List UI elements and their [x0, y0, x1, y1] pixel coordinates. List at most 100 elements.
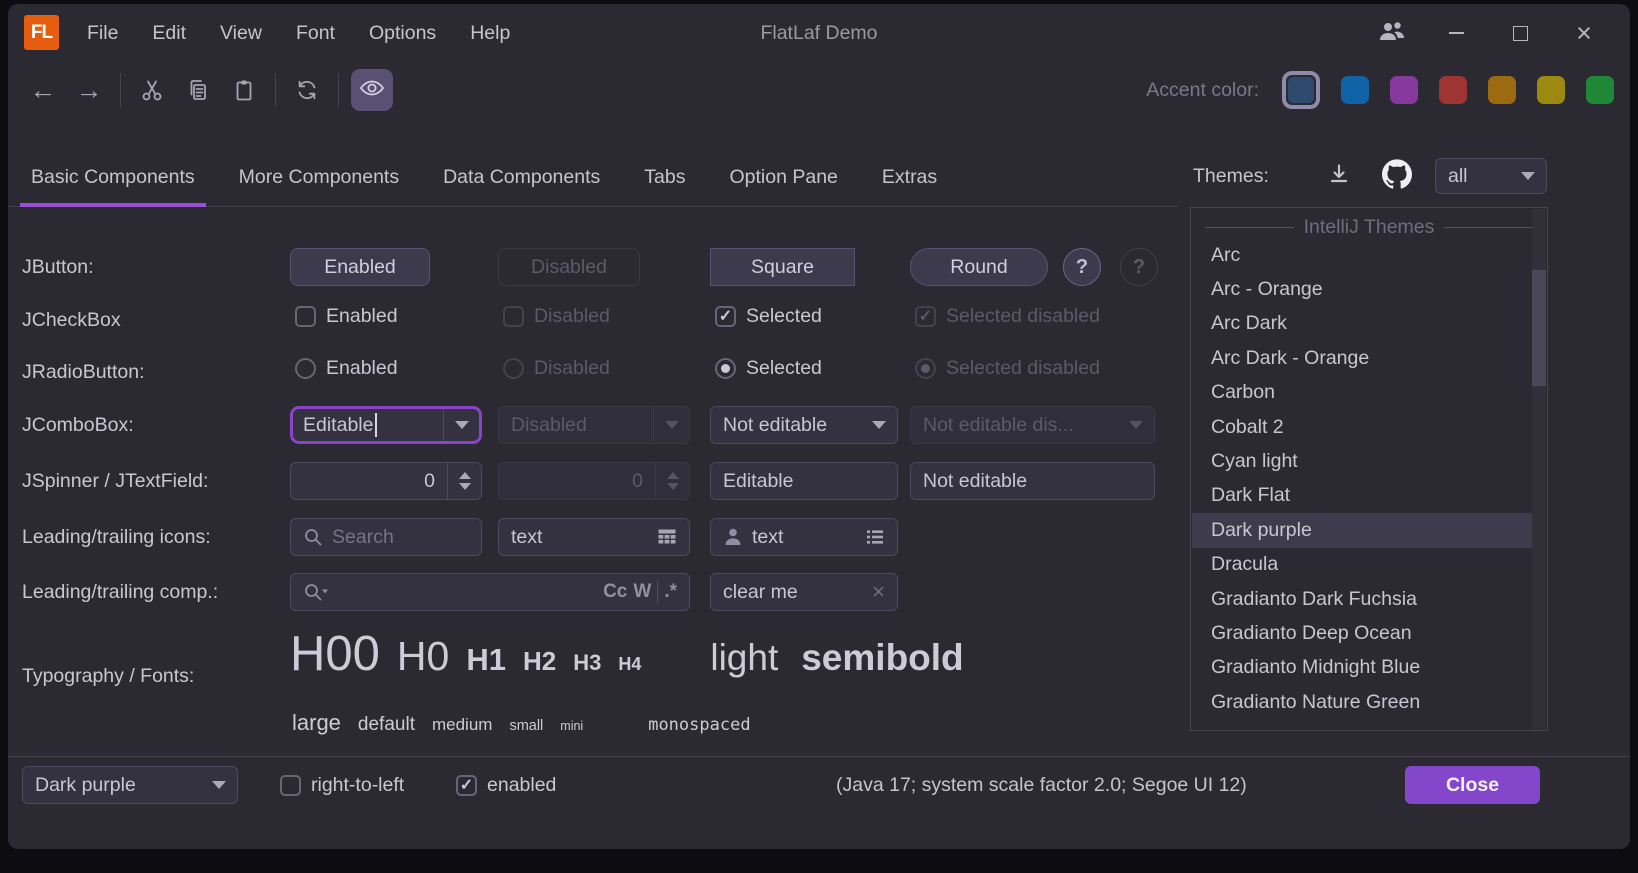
help-button[interactable]: ? — [1063, 248, 1101, 286]
paste-button[interactable] — [221, 68, 267, 112]
back-button[interactable]: ← — [20, 68, 66, 112]
h1-sample: H1 — [466, 642, 506, 678]
h00-sample: H00 — [290, 626, 380, 682]
tab-extras[interactable]: Extras — [871, 150, 948, 206]
menu-help[interactable]: Help — [453, 4, 527, 62]
radio-selected[interactable]: Selected — [715, 357, 822, 380]
statusbar-separator — [8, 756, 1630, 757]
spinner-arrows[interactable] — [447, 463, 481, 499]
forward-button[interactable]: → — [66, 68, 112, 112]
accent-swatch-selected[interactable] — [1282, 71, 1320, 109]
show-hidden-toggle[interactable] — [351, 69, 393, 111]
refresh-button[interactable] — [284, 68, 330, 112]
close-window-button[interactable]: × — [1552, 4, 1616, 62]
accent-swatch[interactable] — [1390, 76, 1418, 104]
text-field-table[interactable]: text — [498, 518, 690, 556]
checkbox-text: Selected disabled — [946, 305, 1100, 328]
accent-swatch[interactable] — [1586, 76, 1614, 104]
large-sample: large — [292, 710, 341, 736]
tab-basic-components[interactable]: Basic Components — [20, 150, 206, 206]
jcombobox-row: JComboBox: Editable Disabled Not editabl… — [8, 406, 1630, 444]
maximize-button[interactable] — [1488, 4, 1552, 62]
match-case-button[interactable]: Cc — [603, 581, 627, 603]
textfield-editable[interactable]: Editable — [710, 462, 898, 500]
search-field-with-options[interactable]: Cc W .* — [290, 573, 690, 611]
accent-swatch[interactable] — [1439, 76, 1467, 104]
search-with-caret-icon[interactable] — [303, 582, 329, 602]
menu-file[interactable]: File — [70, 4, 135, 62]
toolbar-buttons: ← → — [20, 68, 393, 112]
close-button[interactable]: Close — [1405, 766, 1540, 804]
back-icon: ← — [30, 77, 57, 104]
tab-more-components[interactable]: More Components — [228, 150, 410, 206]
accent-swatch[interactable] — [1488, 76, 1516, 104]
leading-trailing-icons-row: Leading/trailing icons: Search text text — [8, 518, 1630, 556]
download-icon — [1327, 162, 1351, 191]
checkbox-disabled: Disabled — [503, 305, 610, 328]
enabled-checkbox[interactable]: ✓enabled — [456, 774, 556, 797]
accent-color-label: Accent color: — [1146, 79, 1259, 102]
combobox-value: Not editable — [723, 414, 827, 437]
tab-tabs[interactable]: Tabs — [633, 150, 696, 206]
help-button-disabled: ? — [1120, 248, 1158, 286]
menu-options[interactable]: Options — [352, 4, 453, 62]
theme-item[interactable]: Gradianto Nature Green — [1192, 685, 1546, 719]
clearable-field[interactable]: clear me × — [710, 573, 898, 611]
right-to-left-checkbox[interactable]: right-to-left — [280, 774, 404, 797]
regex-button[interactable]: .* — [664, 581, 677, 603]
combobox-editable[interactable]: Editable — [290, 406, 482, 444]
combobox-value: Not editable dis... — [923, 414, 1074, 437]
combobox-arrow[interactable] — [861, 407, 897, 443]
check-icon: ✓ — [460, 778, 473, 794]
menu-font[interactable]: Font — [279, 4, 352, 62]
minimize-button[interactable] — [1424, 4, 1488, 62]
text-field-user[interactable]: text — [710, 518, 898, 556]
checkbox-selected[interactable]: ✓Selected — [715, 305, 822, 328]
jbutton-label: JButton: — [22, 248, 94, 286]
selected-tab-underline — [20, 203, 206, 207]
themes-filter-combobox[interactable]: all — [1435, 158, 1547, 194]
theme-item[interactable]: Gradianto Midnight Blue — [1192, 651, 1546, 685]
tab-label: Data Components — [443, 166, 600, 188]
menu-edit[interactable]: Edit — [135, 4, 203, 62]
copy-button[interactable] — [175, 68, 221, 112]
whole-words-button[interactable]: W — [633, 581, 651, 603]
round-button[interactable]: Round — [910, 248, 1048, 286]
check-icon: ✓ — [719, 309, 732, 325]
textfield-value: text — [511, 526, 648, 549]
toolbar-separator — [120, 73, 121, 107]
small-sample: small — [509, 718, 543, 734]
table-icon[interactable] — [657, 527, 677, 547]
download-themes-button[interactable] — [1320, 157, 1358, 195]
clear-icon[interactable]: × — [872, 581, 885, 603]
square-button[interactable]: Square — [710, 248, 855, 286]
spinner-disabled: 0 — [498, 462, 690, 500]
search-field[interactable]: Search — [290, 518, 482, 556]
accent-swatch[interactable] — [1341, 76, 1369, 104]
lookandfeel-combobox[interactable]: Dark purple — [22, 766, 238, 804]
spinner-enabled[interactable]: 0 — [290, 462, 482, 500]
users-button[interactable] — [1360, 4, 1424, 62]
menu-view[interactable]: View — [203, 4, 279, 62]
combobox-arrow — [1510, 159, 1546, 193]
leading-trailing-comp-row: Leading/trailing comp.: Cc W .* clear me… — [8, 573, 1630, 611]
copy-icon — [186, 78, 210, 102]
checkbox-enabled[interactable]: Enabled — [295, 305, 398, 328]
list-icon[interactable] — [865, 527, 885, 547]
radio-text: Selected — [746, 357, 822, 380]
github-button[interactable] — [1378, 157, 1416, 195]
cut-button[interactable] — [129, 68, 175, 112]
checkbox-text: Enabled — [326, 305, 398, 328]
combobox-not-editable[interactable]: Not editable — [710, 406, 898, 444]
tab-data-components[interactable]: Data Components — [432, 150, 611, 206]
checkbox-box — [295, 306, 316, 327]
tab-option-pane[interactable]: Option Pane — [718, 150, 848, 206]
radio-enabled[interactable]: Enabled — [295, 357, 398, 380]
checkbox-box: ✓ — [456, 775, 477, 796]
combobox-arrow[interactable] — [443, 409, 479, 441]
theme-item[interactable]: Gradianto Deep Ocean — [1192, 616, 1546, 650]
accent-swatch[interactable] — [1537, 76, 1565, 104]
radio-dot-icon — [921, 364, 930, 373]
jspinner-row: JSpinner / JTextField: 0 0 Editable Not … — [8, 462, 1630, 500]
enabled-button[interactable]: Enabled — [290, 248, 430, 286]
